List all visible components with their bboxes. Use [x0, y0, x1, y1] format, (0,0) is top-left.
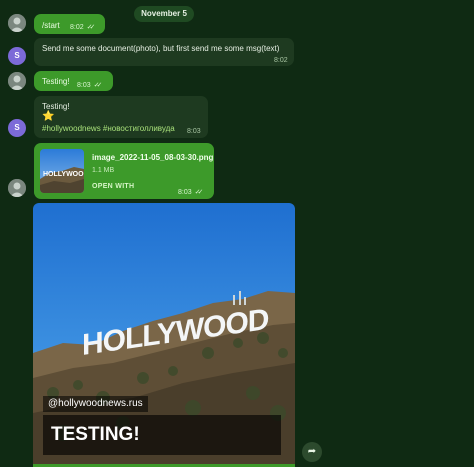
- own-avatar[interactable]: [8, 72, 26, 90]
- file-thumbnail[interactable]: HOLLYWOOD: [40, 149, 84, 193]
- message-time: 8:02: [274, 57, 288, 64]
- double-check-icon: ✓✓: [93, 82, 103, 89]
- message-bubble[interactable]: Testing! 8:03 ✓✓: [34, 71, 113, 91]
- photo-handle-text: @hollywoodnews.rus: [43, 396, 148, 412]
- star-emoji: ⭐: [42, 111, 55, 122]
- own-avatar[interactable]: [8, 14, 26, 32]
- user-photo-icon: [8, 14, 26, 32]
- photo-message[interactable]: HOLLYWOOD @hollywoodnews.rus TESTING!: [33, 203, 295, 467]
- message-text: Send me some document(photo), but first …: [42, 44, 280, 53]
- sender-avatar[interactable]: S: [8, 119, 26, 137]
- file-message[interactable]: HOLLYWOOD image_2022-11-05_08-03-30.png …: [34, 143, 214, 199]
- sender-avatar[interactable]: S: [8, 47, 26, 65]
- forward-arrow-icon: ➦: [307, 446, 317, 457]
- own-avatar[interactable]: [8, 179, 26, 197]
- double-check-icon: ✓✓: [86, 24, 96, 31]
- forward-button[interactable]: ➦: [302, 442, 322, 462]
- file-name[interactable]: image_2022-11-05_08-03-30.png: [92, 152, 213, 163]
- message-time: 8:03: [178, 189, 192, 196]
- message-bubble[interactable]: /start 8:02 ✓✓: [34, 14, 105, 34]
- message-bubble[interactable]: Testing! ⭐ #hollywoodnews #новостиголлив…: [34, 96, 208, 138]
- svg-text:HOLLYWOOD: HOLLYWOOD: [43, 171, 84, 178]
- message-bubble[interactable]: Send me some document(photo), but first …: [34, 38, 294, 66]
- message-text: /start: [42, 21, 60, 30]
- date-separator: November 5: [134, 6, 194, 22]
- file-size: 1.1 MB: [92, 167, 115, 174]
- message-text: Testing!: [42, 77, 70, 86]
- message-time: 8:02: [70, 24, 84, 31]
- open-with-button[interactable]: OPEN WITH: [92, 181, 134, 192]
- hashtags-link[interactable]: #hollywoodnews #новостиголливуда: [42, 123, 175, 134]
- photo-caption-text: TESTING!: [43, 415, 281, 455]
- message-time: 8:03: [187, 128, 201, 135]
- message-time: 8:03: [77, 82, 91, 89]
- user-photo-icon: [8, 72, 26, 90]
- double-check-icon: ✓✓: [194, 189, 204, 196]
- user-photo-icon: [8, 179, 26, 197]
